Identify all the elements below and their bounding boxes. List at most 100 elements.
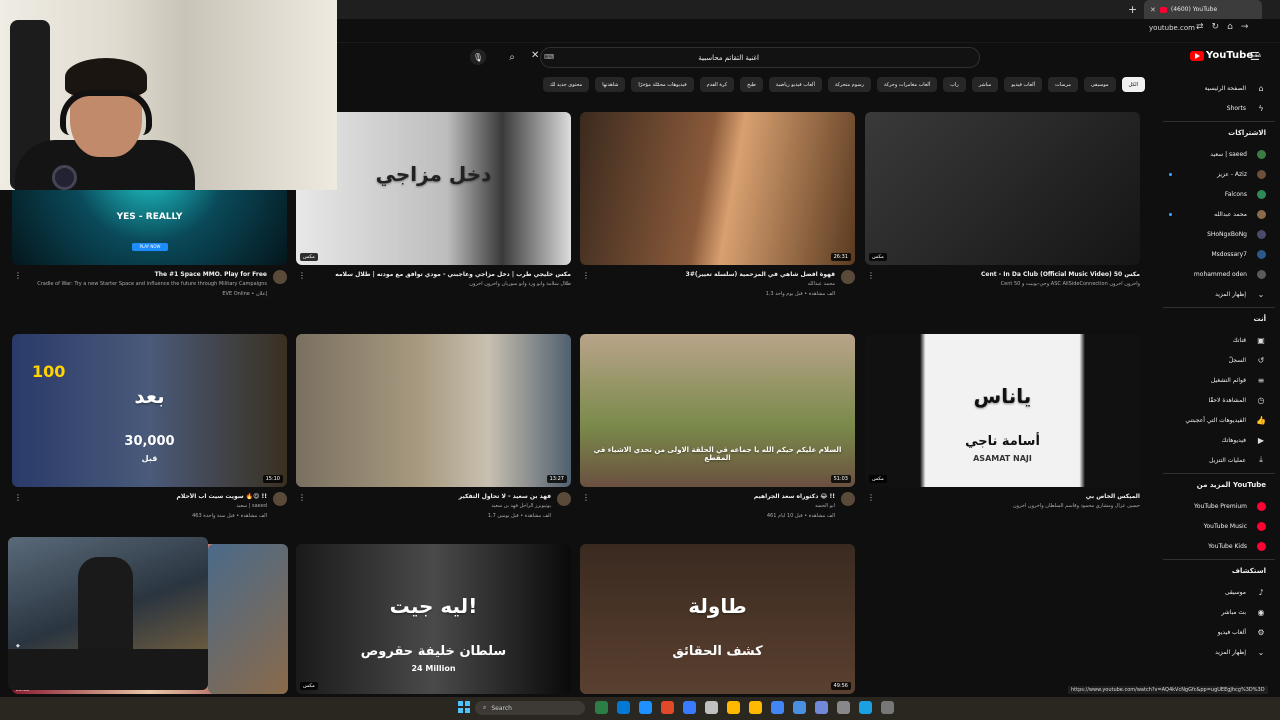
- hamburger-menu-icon[interactable]: ☰: [1250, 50, 1260, 63]
- video-thumbnail[interactable]: 13:27: [296, 334, 571, 487]
- more-options-icon[interactable]: ⋮: [867, 493, 875, 502]
- taskbar-app-icon[interactable]: [727, 701, 740, 714]
- taskbar-app-icon[interactable]: [683, 701, 696, 714]
- sidebar-sub-5[interactable]: Msdossary7: [1155, 245, 1280, 263]
- chip-0[interactable]: الكل: [1121, 77, 1145, 92]
- channel-name[interactable]: محمد عبدالله: [594, 281, 835, 287]
- channel-name[interactable]: Cradle of War: Try a new Starter Space a…: [26, 281, 267, 287]
- chip-8[interactable]: ألعاب فيديو رياضية: [768, 77, 822, 92]
- video-title[interactable]: Cent - In Da Club (Official Music Video)…: [879, 271, 1140, 278]
- sidebar-item-home[interactable]: الصفحة الرئيسية ⌂: [1155, 79, 1280, 97]
- sidebar-sub-2[interactable]: Falcons: [1155, 185, 1280, 203]
- windows-start-icon[interactable]: [458, 701, 470, 713]
- channel-name[interactable]: حسين عزال ومشاري محمود وقاسم السلطان وآخ…: [879, 503, 1140, 509]
- more-options-icon[interactable]: ⋮: [14, 271, 22, 280]
- video-thumbnail[interactable]: طاولة كشف الحقائق 49:56: [580, 544, 855, 694]
- channel-avatar[interactable]: [273, 492, 287, 506]
- taskbar-app-icon[interactable]: [815, 701, 828, 714]
- video-title[interactable]: مكس خليجي طرب | دخل مزاجي وعاجبني - مودي…: [310, 271, 571, 278]
- channel-name[interactable]: طلال سلامة وأبو ورد وأبو سوريان وآخرون آ…: [310, 281, 571, 287]
- video-thumbnail[interactable]: دخل مزاجي مكس: [296, 112, 571, 265]
- chip-10[interactable]: كرة القدم: [699, 77, 735, 92]
- channel-name[interactable]: يوتيوبرز الراحل فهد بن سعيد: [310, 503, 551, 509]
- refresh-icon[interactable]: ↻: [1212, 22, 1220, 32]
- chip-9[interactable]: طبخ: [740, 77, 763, 92]
- chip-5[interactable]: راب: [943, 77, 966, 92]
- sidebar-explore-3[interactable]: إظهار المزيد ⌄: [1155, 643, 1280, 661]
- miniplayer-video[interactable]: [8, 537, 208, 649]
- sidebar-sub-6[interactable]: mohammed oden: [1155, 265, 1280, 283]
- search-input[interactable]: اغنية التقاتم محاسبية: [540, 47, 980, 68]
- sidebar-you-0[interactable]: قناتك ▣: [1155, 331, 1280, 349]
- chip-7[interactable]: رسوم متحركة: [827, 77, 871, 92]
- chip-2[interactable]: مرسات: [1048, 77, 1078, 92]
- chip-6[interactable]: ألعاب مغامرات وحركة: [876, 77, 938, 92]
- video-thumbnail[interactable]: [208, 544, 288, 694]
- voice-search-button[interactable]: 🎙: [470, 49, 486, 65]
- video-title[interactable]: قهوة افضل شاهي في المزحمية (سلسلة تغيير)…: [594, 271, 835, 278]
- keyboard-icon[interactable]: ⌨: [544, 53, 554, 61]
- sidebar-sub-3[interactable]: محمد عبدالله: [1155, 205, 1280, 223]
- more-options-icon[interactable]: ⋮: [582, 493, 590, 502]
- chip-11[interactable]: فيديوهات محمّلة مؤخرًا: [631, 77, 694, 92]
- chip-3[interactable]: ألعاب فيديو: [1004, 77, 1043, 92]
- sidebar-you-5[interactable]: فيديوهاتك ▶: [1155, 431, 1280, 449]
- taskbar-app-icon[interactable]: [837, 701, 850, 714]
- taskbar-app-icon[interactable]: [705, 701, 718, 714]
- video-title[interactable]: The #1 Space MMO. Play for Free: [26, 271, 267, 278]
- home-icon[interactable]: ⌂: [1227, 22, 1233, 32]
- sidebar-explore-2[interactable]: ألعاب فيديو ⚙: [1155, 623, 1280, 641]
- sidebar-show-more[interactable]: إظهار المزيد ⌄: [1155, 285, 1280, 303]
- channel-avatar[interactable]: [273, 270, 287, 284]
- sidebar-more-0[interactable]: YouTube Premium: [1155, 497, 1280, 515]
- sidebar-you-3[interactable]: المشاهدة لاحقًا ◷: [1155, 391, 1280, 409]
- miniplayer[interactable]: ◆: [8, 537, 208, 690]
- video-thumbnail[interactable]: بعد 30,000 قبل 100 15:10: [12, 334, 287, 487]
- video-title[interactable]: الميكس الخاص بي: [879, 493, 1140, 500]
- chip-4[interactable]: مباشر: [971, 77, 999, 92]
- channel-name[interactable]: ابو الحسد: [594, 503, 835, 509]
- sidebar-you-2[interactable]: قوائم التشغيل ≡: [1155, 371, 1280, 389]
- more-options-icon[interactable]: ⋮: [867, 271, 875, 280]
- channel-name[interactable]: سعيد | saeed: [26, 503, 267, 509]
- video-thumbnail[interactable]: 26:31: [580, 112, 855, 265]
- more-options-icon[interactable]: ⋮: [298, 493, 306, 502]
- sidebar-sub-1[interactable]: عزيز - Aziz: [1155, 165, 1280, 183]
- more-options-icon[interactable]: ⋮: [14, 493, 22, 502]
- sidebar-you-4[interactable]: الفيديوهات التي أعجبتني 👍: [1155, 411, 1280, 429]
- more-options-icon[interactable]: ⋮: [582, 271, 590, 280]
- video-title[interactable]: سويت سيت اب الأحلام 🔥😍 !!: [26, 493, 267, 500]
- sidebar-item-shorts[interactable]: Shorts ϟ: [1155, 99, 1280, 117]
- taskbar-app-icon[interactable]: [661, 701, 674, 714]
- taskbar-app-icon[interactable]: [617, 701, 630, 714]
- video-thumbnail[interactable]: السلام عليكم حيكم الله يا جماعه في الحلق…: [580, 334, 855, 487]
- sidebar-more-1[interactable]: YouTube Music: [1155, 517, 1280, 535]
- chip-13[interactable]: محتوى جديد لك: [542, 77, 590, 92]
- video-thumbnail[interactable]: مكس: [865, 112, 1140, 265]
- taskbar-app-icon[interactable]: [793, 701, 806, 714]
- taskbar-app-icon[interactable]: [595, 701, 608, 714]
- video-thumbnail[interactable]: ياناس أسامة ناجي ASAMAT NAJI مكس: [865, 334, 1140, 487]
- channel-avatar[interactable]: [841, 492, 855, 506]
- browser-tab[interactable]: ✕ (4600) YouTube: [1144, 0, 1262, 19]
- channel-name[interactable]: Cent 50 وجي-يونيت و ASC AllSideConnectio…: [879, 281, 1140, 287]
- tab-close-icon[interactable]: ✕: [1150, 6, 1156, 14]
- play-now-button[interactable]: PLAY NOW: [132, 243, 168, 251]
- sidebar-explore-0[interactable]: موسيقى ♪: [1155, 583, 1280, 601]
- more-options-icon[interactable]: ⋮: [298, 271, 306, 280]
- taskbar-app-icon[interactable]: [771, 701, 784, 714]
- sidebar-sub-0[interactable]: سعيد | saeed: [1155, 145, 1280, 163]
- taskbar-app-icon[interactable]: [639, 701, 652, 714]
- subs-header[interactable]: الاشتراكات: [1228, 129, 1266, 137]
- channel-avatar[interactable]: [557, 492, 571, 506]
- search-button[interactable]: ⌕: [500, 47, 524, 68]
- sidebar-you-1[interactable]: السجلّ ↺: [1155, 351, 1280, 369]
- address-bar[interactable]: youtube.com: [1105, 24, 1195, 32]
- video-title[interactable]: دكتوراه سعد الجراهيم 😂 !!: [594, 493, 835, 500]
- sidebar-you-6[interactable]: عمليات التنزيل ⤓: [1155, 451, 1280, 469]
- channel-avatar[interactable]: [841, 270, 855, 284]
- sidepanel-icon[interactable]: ⇄: [1196, 22, 1204, 32]
- video-thumbnail[interactable]: ليه جيت! سلطان خليفة حقروص 24 Million مكس: [296, 544, 571, 694]
- sidebar-sub-4[interactable]: SHoNgxBoNg: [1155, 225, 1280, 243]
- taskbar-search[interactable]: ⌕ Search: [475, 701, 585, 715]
